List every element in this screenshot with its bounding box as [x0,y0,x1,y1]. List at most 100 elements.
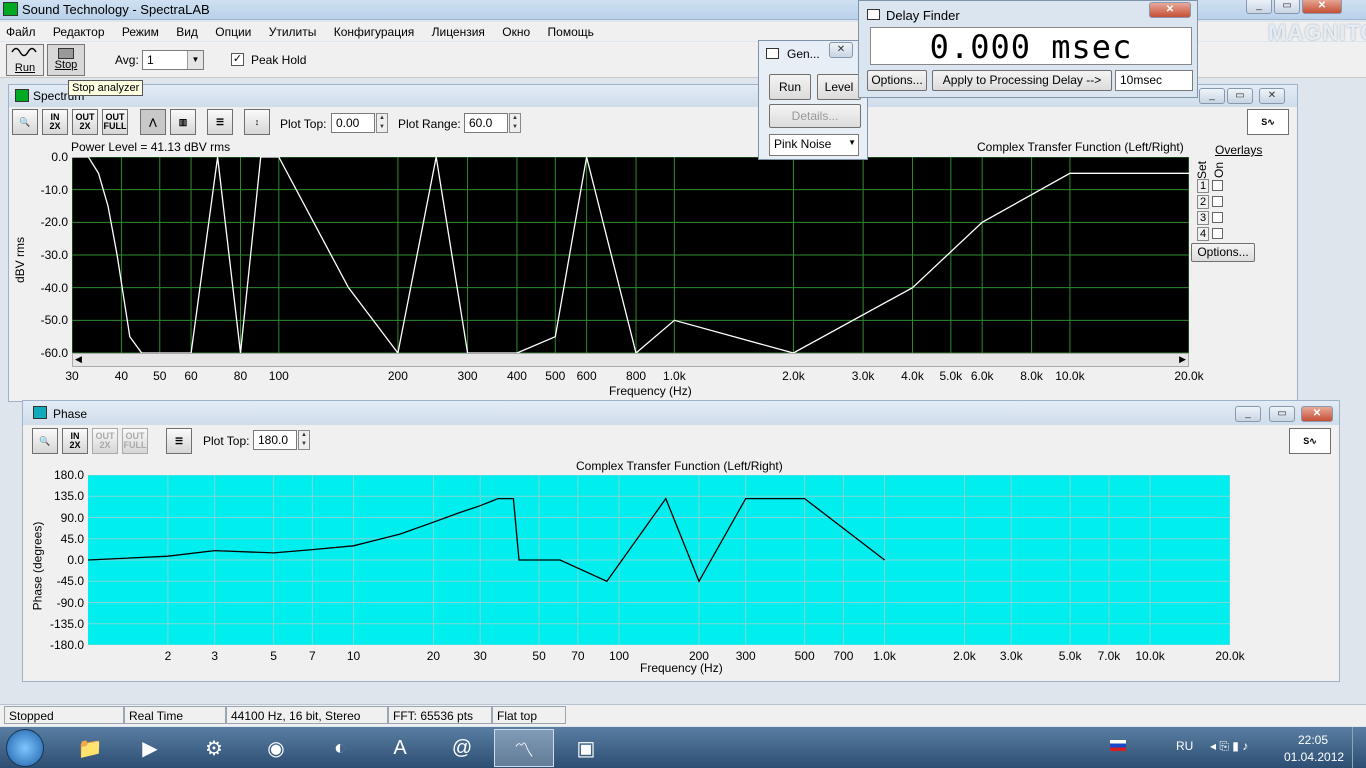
peak-hold-checkbox[interactable]: ✓ [231,53,244,66]
start-icon[interactable] [6,729,44,767]
phase-zoom-out-2x-icon[interactable]: OUT 2X [92,428,118,454]
phase-maximize-button[interactable]: ▭ [1269,406,1295,422]
status-mode: Real Time [124,706,226,724]
spectrum-xlabel: Frequency (Hz) [609,384,692,398]
acrobat-icon[interactable]: A [370,729,430,767]
spectrum-minimize-button[interactable]: _ [1199,88,1225,104]
phase-title: Phase [53,407,88,421]
plot-range-spinner[interactable]: ▲ ▼ [509,113,521,133]
phase-plot-top-spinner[interactable]: ▲ ▼ [298,430,310,450]
mail-agent-icon[interactable]: @ [432,729,492,767]
spectrum-plot[interactable] [72,157,1189,353]
y-tick-label: -50.0 [40,313,68,328]
spectralab-icon[interactable]: 〽 [494,729,554,767]
spectrum-chart-title: Complex Transfer Function (Left/Right) [977,140,1184,154]
phase-plot[interactable] [88,475,1230,645]
overlay-checkbox-1[interactable] [1212,180,1223,191]
menu-license[interactable]: Лицензия [432,25,485,39]
overlay-options-button[interactable]: Options... [1191,243,1255,262]
clock-date[interactable]: 01.04.2012 [1284,750,1344,764]
menu-view[interactable]: Вид [176,25,198,39]
x-tick-label: 7 [309,649,316,663]
explorer-icon[interactable]: 📁 [60,729,120,767]
overlay-number-1[interactable]: 1 [1197,179,1210,193]
line-plot-icon[interactable]: ⋀ [140,109,166,135]
properties-icon[interactable]: ☰ [207,109,233,135]
y-tick-label: 0.0 [51,150,68,164]
clock-time[interactable]: 22:05 [1298,733,1328,747]
phase-ylabel: Phase (degrees) [30,521,45,611]
show-desktop-button[interactable] [1352,727,1366,768]
run-button[interactable]: Run [6,44,44,76]
spectrum-close-button[interactable]: ✕ [1259,88,1285,104]
menu-window[interactable]: Окно [502,25,530,39]
generator-signal-select[interactable]: Pink Noise ▼ [769,134,859,156]
app-circle-icon[interactable]: ◐ [310,729,370,767]
media-player-icon[interactable]: ▶ [120,729,180,767]
plot-top-spinner[interactable]: ▲ ▼ [376,113,388,133]
delay-value-field[interactable]: 10msec [1115,70,1193,91]
generator-run-button[interactable]: Run [769,74,811,100]
x-tick-label: 4.0k [901,369,924,383]
x-tick-label: 2.0k [782,369,805,383]
bar-plot-icon[interactable]: ▥ [170,109,196,135]
x-tick-label: 30 [65,369,79,383]
control-panel-icon[interactable]: ⚙ [184,729,244,767]
menu-mode[interactable]: Режим [122,25,159,39]
phase-plot-top-input[interactable]: 180.0 [253,430,297,450]
overlays-label[interactable]: Overlays [1215,143,1262,157]
zoom-out-full-icon[interactable]: OUT FULL [102,109,128,135]
phase-zoom-icon[interactable]: 🔍 [32,428,58,454]
minimize-button[interactable]: _ [1246,0,1272,14]
phase-minimize-button[interactable]: _ [1235,406,1261,422]
phase-signal-logo-icon[interactable]: S∿ [1289,428,1331,454]
x-tick-label: 8.0k [1020,369,1043,383]
generator-close-button[interactable]: ✕ [829,42,853,58]
menu-help[interactable]: Помощь [548,25,594,39]
scale-icon[interactable]: ↕ [244,109,270,135]
signal-logo-icon[interactable]: S∿ [1247,109,1289,135]
x-tick-label: 500 [794,649,815,663]
phase-zoom-in-2x-icon[interactable]: IN 2X [62,428,88,454]
phase-properties-icon[interactable]: ☰ [166,428,192,454]
menu-utilities[interactable]: Утилиты [269,25,317,39]
overlay-checkbox-3[interactable] [1212,212,1223,223]
spectrum-scrollbar[interactable]: ◀ ▶ [72,353,1189,367]
delay-options-button[interactable]: Options... [867,70,927,91]
maximize-button[interactable]: ▭ [1274,0,1300,14]
close-button[interactable]: ✕ [1302,0,1342,14]
menu-edit[interactable]: Редактор [53,25,105,39]
plot-top-input[interactable]: 0.00 [331,113,375,133]
status-format: 44100 Hz, 16 bit, Stereo [226,706,388,724]
menu-configuration[interactable]: Конфигурация [334,25,415,39]
x-tick-label: 80 [233,369,248,383]
overlay-number-4[interactable]: 4 [1197,227,1210,241]
overlay-checkbox-4[interactable] [1212,228,1223,239]
overlay-number-2[interactable]: 2 [1197,195,1210,209]
phase-zoom-out-full-icon[interactable]: OUT FULL [122,428,148,454]
zoom-out-2x-icon[interactable]: OUT 2X [72,109,98,135]
generator-signal-value: Pink Noise [774,137,832,151]
image-viewer-icon[interactable]: ▣ [556,729,616,767]
apply-delay-button[interactable]: Apply to Processing Delay --> [932,70,1112,91]
zoom-icon[interactable]: 🔍 [12,109,38,135]
menu-file[interactable]: Файл [6,25,36,39]
language-indicator[interactable]: RU [1176,739,1193,753]
chrome-icon[interactable]: ◉ [246,729,306,767]
avg-select[interactable]: 1 ▼ [142,50,204,70]
overlay-number-3[interactable]: 3 [1197,211,1210,225]
menu-options[interactable]: Опции [215,25,251,39]
overlay-checkbox-2[interactable] [1212,196,1223,207]
zoom-in-2x-icon[interactable]: IN 2X [42,109,68,135]
phase-close-button[interactable]: ✕ [1301,406,1333,422]
stop-button[interactable]: Stop [47,44,85,76]
delay-finder-close-button[interactable]: ✕ [1149,2,1191,18]
scroll-right-icon[interactable]: ▶ [1179,354,1186,365]
generator-icon [766,48,779,59]
generator-details-button[interactable]: Details... [769,104,861,128]
spectrum-maximize-button[interactable]: ▭ [1227,88,1253,104]
generator-level-button[interactable]: Level [817,74,861,100]
scroll-left-icon[interactable]: ◀ [75,354,82,365]
plot-range-input[interactable]: 60.0 [464,113,508,133]
x-tick-label: 1.0k [873,649,896,663]
